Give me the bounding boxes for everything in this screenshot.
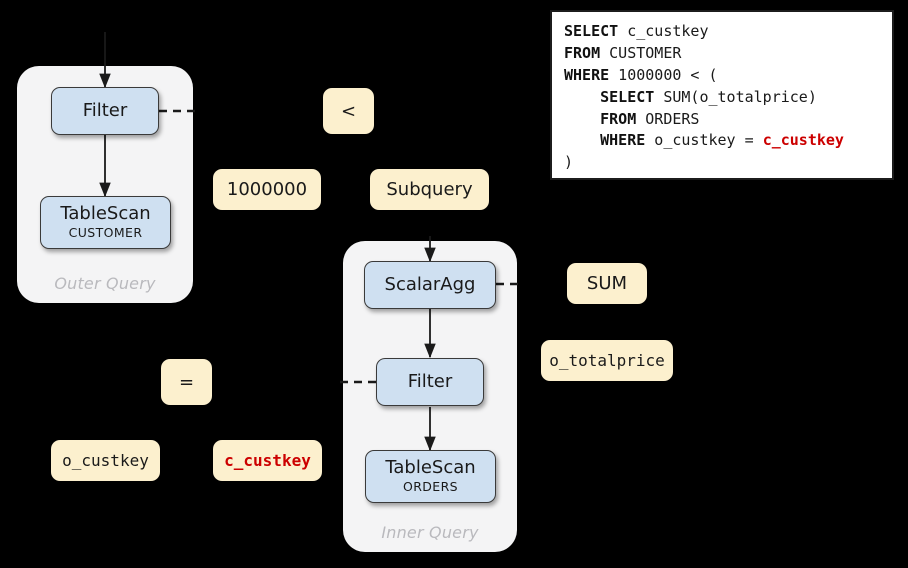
- operator-node-outer-tablescan[interactable]: TableScan CUSTOMER: [40, 196, 171, 249]
- operator-node-outer-filter[interactable]: Filter: [51, 87, 159, 135]
- expr-node-aggregate-argument[interactable]: o_totalprice: [541, 340, 673, 381]
- expr-node-outer-predicate-left[interactable]: 1000000: [213, 169, 321, 210]
- operator-title: ScalarAgg: [384, 273, 476, 295]
- inner-query-group-label: Inner Query: [381, 523, 479, 542]
- expr-node-join-predicate-left[interactable]: o_custkey: [51, 440, 160, 481]
- sql-code-text: SELECT c_custkey FROM CUSTOMER WHERE 100…: [564, 22, 844, 172]
- query-plan-diagram: Outer Query Inner Query Filter TableScan…: [0, 0, 908, 568]
- operator-title: TableScan: [60, 203, 151, 225]
- operator-title: Filter: [82, 99, 128, 121]
- sql-source-panel: SELECT c_custkey FROM CUSTOMER WHERE 100…: [550, 10, 894, 180]
- operator-node-scalaragg[interactable]: ScalarAgg: [364, 261, 496, 309]
- expr-node-outer-predicate-right[interactable]: Subquery: [370, 169, 489, 210]
- operator-title: Filter: [407, 370, 453, 392]
- expr-node-join-predicate-right[interactable]: c_custkey: [213, 440, 322, 481]
- operator-subtitle: CUSTOMER: [68, 225, 143, 241]
- operator-node-inner-tablescan[interactable]: TableScan ORDERS: [365, 450, 496, 503]
- operator-node-inner-filter[interactable]: Filter: [376, 358, 484, 406]
- expr-node-aggregate-function[interactable]: SUM: [567, 263, 647, 304]
- expr-node-join-predicate-operator[interactable]: =: [161, 359, 212, 405]
- outer-query-group-label: Outer Query: [54, 274, 156, 293]
- expr-node-outer-predicate-operator[interactable]: <: [323, 88, 374, 134]
- operator-title: TableScan: [385, 457, 476, 479]
- operator-subtitle: ORDERS: [402, 479, 459, 495]
